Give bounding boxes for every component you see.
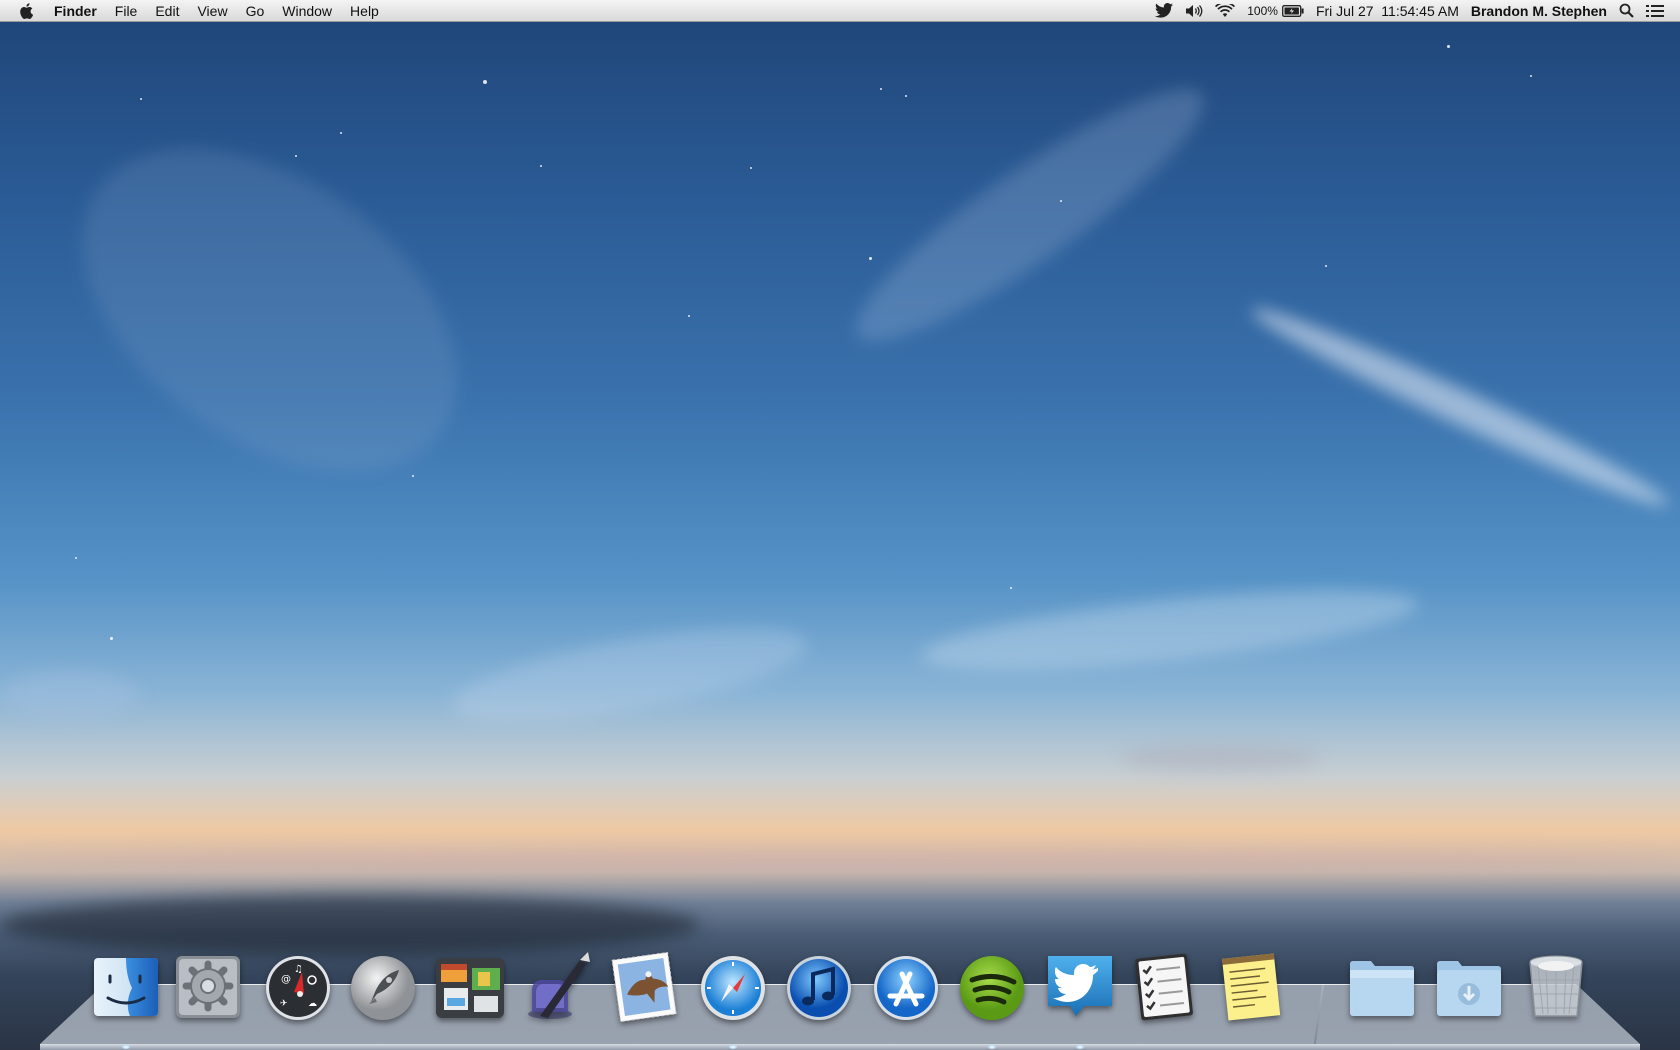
notes-paper-icon bbox=[1222, 953, 1281, 1021]
star bbox=[140, 98, 142, 100]
reminders-checklist-icon bbox=[1135, 953, 1193, 1021]
running-indicator bbox=[1076, 1045, 1084, 1049]
menu-app-name[interactable]: Finder bbox=[45, 0, 106, 22]
dock-writer[interactable] bbox=[520, 950, 592, 1022]
folder-icon bbox=[1350, 961, 1414, 1016]
star bbox=[295, 155, 297, 157]
menu-file[interactable]: File bbox=[106, 0, 147, 22]
safari-compass-icon bbox=[701, 956, 765, 1020]
dock-trash[interactable] bbox=[1520, 950, 1592, 1022]
dock-itunes[interactable] bbox=[783, 950, 855, 1022]
twitter-bird-icon[interactable] bbox=[1149, 3, 1179, 18]
menu-view[interactable]: View bbox=[188, 0, 236, 22]
menu-bar: Finder File Edit View Go Window Help 100… bbox=[0, 0, 1680, 22]
twitter-icon bbox=[1048, 956, 1112, 1016]
battery-charging-icon bbox=[1281, 4, 1304, 17]
star bbox=[1530, 75, 1532, 77]
dock-finder[interactable] bbox=[90, 950, 162, 1022]
desktop-wallpaper bbox=[0, 0, 1680, 1050]
star bbox=[1060, 200, 1062, 202]
apple-logo-icon[interactable] bbox=[19, 2, 35, 20]
svg-text:@: @ bbox=[281, 974, 291, 985]
launchpad-icon bbox=[351, 956, 415, 1020]
downloads-folder-icon bbox=[1437, 961, 1501, 1016]
star bbox=[1010, 587, 1012, 589]
clock[interactable]: Fri Jul 27 11:54:45 AM bbox=[1310, 0, 1465, 22]
star bbox=[412, 475, 414, 477]
menu-go[interactable]: Go bbox=[237, 0, 274, 22]
menu-edit[interactable]: Edit bbox=[146, 0, 188, 22]
trash-can-icon bbox=[1529, 955, 1583, 1017]
speaker-volume-icon[interactable] bbox=[1179, 4, 1209, 18]
app-store-icon bbox=[874, 956, 938, 1020]
dock-spotify[interactable] bbox=[956, 950, 1028, 1022]
battery-percent: 100% bbox=[1247, 3, 1278, 18]
star bbox=[905, 95, 907, 97]
cloud bbox=[446, 609, 814, 741]
running-indicator bbox=[122, 1045, 130, 1049]
dock-safari[interactable] bbox=[697, 950, 769, 1022]
dock-applications-stack[interactable] bbox=[1346, 950, 1418, 1022]
menu-help[interactable]: Help bbox=[341, 0, 388, 22]
dock-shelf-edge bbox=[40, 1044, 1640, 1050]
star bbox=[750, 167, 752, 169]
cloud bbox=[918, 574, 1422, 686]
dock-launchpad[interactable] bbox=[347, 950, 419, 1022]
star bbox=[688, 315, 690, 317]
itunes-icon bbox=[787, 956, 851, 1020]
dock-notes[interactable] bbox=[1215, 950, 1287, 1022]
cloud bbox=[23, 83, 517, 537]
wifi-icon[interactable] bbox=[1209, 3, 1241, 18]
svg-text:✈: ✈ bbox=[280, 999, 288, 1009]
running-indicator bbox=[729, 1045, 737, 1049]
star bbox=[110, 637, 113, 640]
cloud bbox=[1120, 745, 1320, 771]
dashboard-icon: @ ♫ ✈ ☁ bbox=[266, 956, 330, 1020]
running-indicator bbox=[988, 1045, 996, 1049]
mail-stamp-icon bbox=[611, 951, 677, 1022]
user-name[interactable]: Brandon M. Stephen bbox=[1465, 0, 1613, 22]
dock-downloads-stack[interactable] bbox=[1433, 950, 1505, 1022]
cloud bbox=[0, 850, 1680, 870]
spotlight-search-icon[interactable] bbox=[1613, 3, 1640, 18]
dock-mission-control[interactable] bbox=[434, 950, 506, 1022]
star bbox=[1447, 45, 1450, 48]
spotify-icon bbox=[960, 956, 1024, 1020]
dock-app-store[interactable] bbox=[870, 950, 942, 1022]
star bbox=[483, 80, 487, 84]
star bbox=[880, 88, 882, 90]
star bbox=[340, 132, 342, 134]
system-preferences-icon bbox=[176, 956, 240, 1018]
dock-twitter[interactable] bbox=[1044, 950, 1116, 1022]
star bbox=[75, 557, 77, 559]
dock-mail[interactable] bbox=[608, 950, 680, 1022]
dock-system-preferences[interactable] bbox=[172, 950, 244, 1022]
cloud bbox=[0, 895, 700, 955]
mission-control-icon bbox=[436, 958, 504, 1018]
star bbox=[1325, 265, 1327, 267]
dock-dashboard[interactable]: @ ♫ ✈ ☁ bbox=[262, 950, 334, 1022]
cloud bbox=[832, 57, 1228, 373]
star bbox=[540, 165, 542, 167]
battery-status[interactable]: 100% bbox=[1241, 0, 1310, 22]
ink-pen-icon bbox=[528, 952, 590, 1019]
cloud bbox=[0, 670, 140, 720]
notification-center-icon[interactable] bbox=[1640, 4, 1670, 18]
dock-reminders[interactable] bbox=[1128, 950, 1200, 1022]
finder-icon bbox=[94, 958, 158, 1016]
star bbox=[869, 257, 872, 260]
svg-text:☁: ☁ bbox=[308, 999, 317, 1009]
cloud bbox=[1244, 294, 1676, 520]
menu-window[interactable]: Window bbox=[273, 0, 341, 22]
